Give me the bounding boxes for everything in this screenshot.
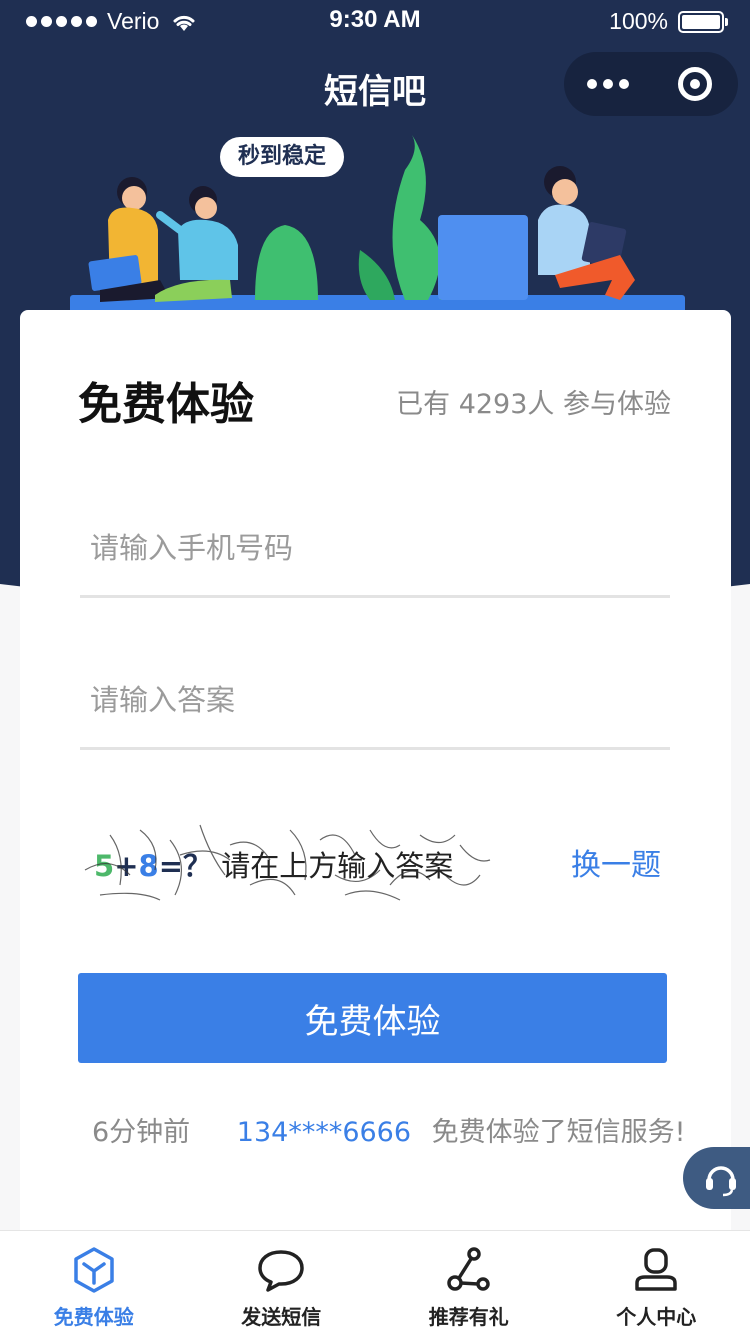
speech-bubble: 秒到稳定 <box>220 137 345 177</box>
tab-referral[interactable]: 推荐有礼 <box>375 1231 563 1334</box>
tab-label: 发送短信 <box>241 1305 322 1329</box>
share-icon <box>447 1247 490 1291</box>
tab-profile[interactable]: 个人中心 <box>563 1231 750 1334</box>
miniprogram-capsule <box>564 52 738 116</box>
tab-bar: 免费体验 发送短信 推荐有礼 个人中心 <box>0 1230 750 1334</box>
activity-time: 6分钟前 <box>92 1117 191 1148</box>
free-trial-button[interactable]: 免费体验 <box>78 973 667 1063</box>
captcha-question: 5+8=？ 请在上方输入答案 <box>80 815 500 905</box>
chat-bubble-icon <box>258 1250 304 1292</box>
tab-label: 免费体验 <box>53 1305 134 1329</box>
activity-message: 免费体验了短信服务! <box>431 1117 686 1148</box>
tab-free-trial[interactable]: 免费体验 <box>0 1231 188 1334</box>
participant-count: 已有 4293人 参与体验 <box>396 389 671 420</box>
activity-phone: 134****6666 <box>236 1117 412 1148</box>
customer-service-button[interactable] <box>683 1147 750 1209</box>
user-icon <box>635 1248 677 1291</box>
more-menu-button[interactable] <box>564 79 651 89</box>
switch-question-link[interactable]: 换一题 <box>571 840 661 884</box>
phone-field <box>80 508 670 598</box>
captcha-noise <box>84 824 491 901</box>
card-title: 免费体验 <box>78 379 254 430</box>
phone-input[interactable] <box>80 508 670 588</box>
answer-input[interactable] <box>80 660 670 740</box>
target-icon <box>677 67 712 101</box>
recent-activity: 6分钟前 134****6666 免费体验了短信服务! <box>92 1110 685 1149</box>
cube-icon <box>74 1247 114 1293</box>
battery-percent: 100% <box>609 8 668 34</box>
status-bar: Verio 9:30 AM 100% <box>0 0 750 40</box>
battery-icon <box>678 10 728 33</box>
tab-label: 推荐有礼 <box>428 1305 509 1329</box>
tab-label: 个人中心 <box>616 1305 697 1329</box>
more-dots-icon <box>586 79 597 89</box>
hero-illustration <box>70 135 685 315</box>
tab-send-sms[interactable]: 发送短信 <box>188 1231 376 1334</box>
answer-field <box>80 660 670 750</box>
close-miniprogram-button[interactable] <box>651 67 738 101</box>
trial-card: 免费体验 已有 4293人 参与体验 5+8=？ 请在上方输入答案 换一题 免费… <box>20 310 731 1240</box>
headset-icon <box>706 1166 736 1197</box>
